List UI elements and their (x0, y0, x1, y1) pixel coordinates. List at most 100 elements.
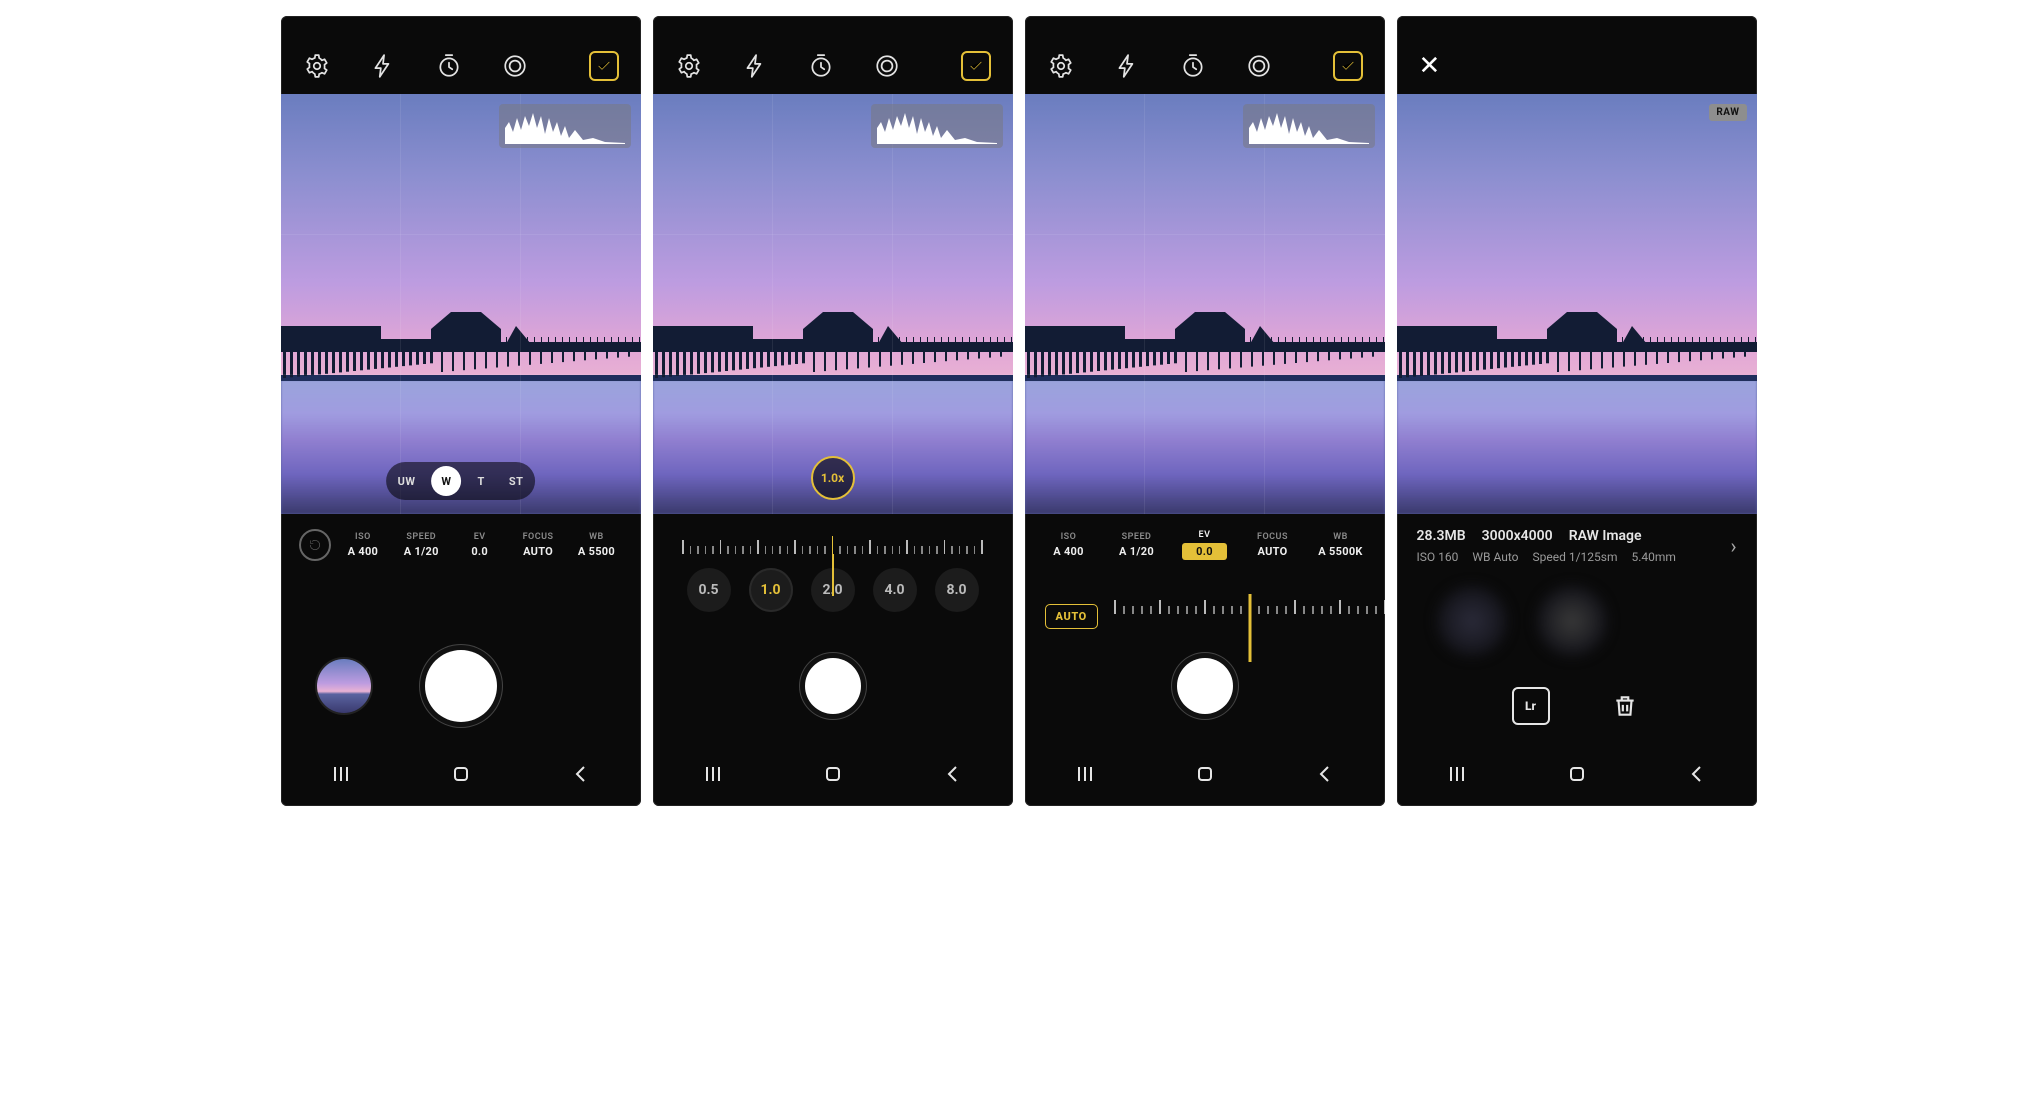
nav-home-icon[interactable] (1564, 761, 1590, 787)
info-filesize: 28.3MB (1417, 528, 1466, 544)
edit-lightroom-button[interactable]: Lr (1512, 687, 1550, 725)
param-focus-value: AUTO (523, 545, 553, 558)
metering-icon[interactable] (501, 52, 529, 80)
shutter-button[interactable] (425, 650, 497, 722)
timer-icon[interactable] (1179, 52, 1207, 80)
histogram-toggle-icon[interactable] (961, 51, 991, 81)
zoom-ruler[interactable] (683, 524, 983, 554)
nav-back-icon[interactable] (568, 761, 594, 787)
zoom-indicator[interactable]: 1.0x (811, 456, 855, 500)
viewfinder[interactable]: UW WT ST (281, 94, 641, 514)
android-navbar (1397, 750, 1757, 798)
param-focus[interactable]: FOCUS AUTO (512, 532, 564, 558)
flash-icon[interactable] (1113, 52, 1141, 80)
param-ev-label: EV (474, 532, 486, 542)
reset-button[interactable] (299, 529, 331, 561)
param-focus-value: AUTO (1258, 545, 1288, 558)
nav-recents-icon[interactable] (328, 761, 354, 787)
top-toolbar (653, 44, 1013, 88)
nav-back-icon[interactable] (940, 761, 966, 787)
settings-icon[interactable] (303, 52, 331, 80)
param-speed[interactable]: SPEED A 1/20 (1111, 532, 1163, 558)
nav-recents-icon[interactable] (1072, 761, 1098, 787)
lens-option-st[interactable]: ST (501, 469, 532, 494)
info-speed: Speed 1/125sm (1533, 550, 1618, 564)
shutter-row (653, 636, 1013, 736)
info-format: RAW Image (1569, 528, 1642, 544)
viewfinder[interactable]: RAW (1397, 94, 1757, 514)
param-iso-label: ISO (355, 532, 371, 542)
raw-badge: RAW (1709, 104, 1746, 121)
param-iso-label: ISO (1061, 532, 1077, 542)
chevron-right-icon[interactable]: › (1730, 534, 1736, 558)
top-toolbar: ✕ (1397, 44, 1757, 88)
param-wb-label: WB (589, 532, 604, 542)
shutter-row (281, 636, 641, 736)
param-iso[interactable]: ISO A 400 (337, 532, 389, 558)
timer-icon[interactable] (435, 52, 463, 80)
manual-params-row: ISO A 400 SPEED A 1/20 EV 0.0 FOCUS AUTO… (281, 516, 641, 574)
delete-button[interactable] (1608, 689, 1642, 723)
param-ev[interactable]: EV 0.0 (1179, 530, 1231, 560)
top-toolbar (1025, 44, 1385, 88)
flash-icon[interactable] (741, 52, 769, 80)
metering-icon[interactable] (1245, 52, 1273, 80)
zoom-stop-1-0[interactable]: 1.0 (749, 568, 793, 612)
viewfinder[interactable]: 1.0x (653, 94, 1013, 514)
image-info: 28.3MB 3000x4000 RAW Image ISO 160 WB Au… (1397, 516, 1757, 576)
lens-option-uw[interactable]: UW (390, 469, 424, 494)
manual-params-row: ISO A 400 SPEED A 1/20 EV 0.0 FOCUS AUTO… (1025, 516, 1385, 574)
viewfinder[interactable] (1025, 94, 1385, 514)
param-iso-value: A 400 (348, 545, 379, 558)
nav-recents-icon[interactable] (1444, 761, 1470, 787)
zoom-stop-8-0[interactable]: 8.0 (935, 568, 979, 612)
metering-icon[interactable] (873, 52, 901, 80)
lens-option-t[interactable]: T (469, 469, 492, 494)
gallery-thumbnail[interactable] (315, 657, 373, 715)
info-resolution: 3000x4000 (1482, 528, 1553, 544)
param-ev[interactable]: EV 0.0 (454, 532, 506, 558)
screen-camera-ev: ISO A 400 SPEED A 1/20 EV 0.0 FOCUS AUTO… (1025, 16, 1385, 806)
top-toolbar (281, 44, 641, 88)
param-ev-value: 0.0 (471, 545, 488, 558)
nav-home-icon[interactable] (1192, 761, 1218, 787)
param-focus[interactable]: FOCUS AUTO (1247, 532, 1299, 558)
settings-icon[interactable] (675, 52, 703, 80)
info-wb: WB Auto (1472, 550, 1518, 564)
histogram (499, 104, 631, 148)
nav-home-icon[interactable] (448, 761, 474, 787)
ev-ruler[interactable] (1114, 594, 1385, 638)
shutter-button[interactable] (805, 658, 861, 714)
param-wb-value: A 5500K (1318, 545, 1362, 558)
info-focal: 5.40mm (1631, 550, 1675, 564)
preview-blur (1537, 586, 1607, 656)
android-navbar (1025, 750, 1385, 798)
nav-recents-icon[interactable] (700, 761, 726, 787)
timer-icon[interactable] (807, 52, 835, 80)
screen-camera-zoom: 1.0x 0.51.02.04.08.0 (653, 16, 1013, 806)
histogram-toggle-icon[interactable] (589, 51, 619, 81)
histogram-toggle-icon[interactable] (1333, 51, 1363, 81)
nav-back-icon[interactable] (1312, 761, 1338, 787)
close-icon[interactable]: ✕ (1419, 53, 1441, 79)
zoom-stop-0-5[interactable]: 0.5 (687, 568, 731, 612)
settings-icon[interactable] (1047, 52, 1075, 80)
shutter-button[interactable] (1177, 658, 1233, 714)
screen-review: ✕ RAW 28.3MB 3000x4 (1397, 16, 1757, 806)
param-speed[interactable]: SPEED A 1/20 (395, 532, 447, 558)
param-wb[interactable]: WB A 5500 (570, 532, 622, 558)
lens-selector[interactable]: UW WT ST (386, 462, 536, 500)
param-speed-label: SPEED (406, 532, 436, 542)
param-iso[interactable]: ISO A 400 (1043, 532, 1095, 558)
flash-icon[interactable] (369, 52, 397, 80)
param-speed-value: A 1/20 (404, 545, 439, 558)
param-wb[interactable]: WB A 5500K (1315, 532, 1367, 558)
nav-back-icon[interactable] (1684, 761, 1710, 787)
ev-auto-chip[interactable]: AUTO (1045, 604, 1098, 629)
android-navbar (281, 750, 641, 798)
zoom-stop-4-0[interactable]: 4.0 (873, 568, 917, 612)
param-ev-label: EV (1199, 530, 1211, 540)
lens-option-w[interactable]: W (431, 466, 461, 496)
nav-home-icon[interactable] (820, 761, 846, 787)
histogram (871, 104, 1003, 148)
